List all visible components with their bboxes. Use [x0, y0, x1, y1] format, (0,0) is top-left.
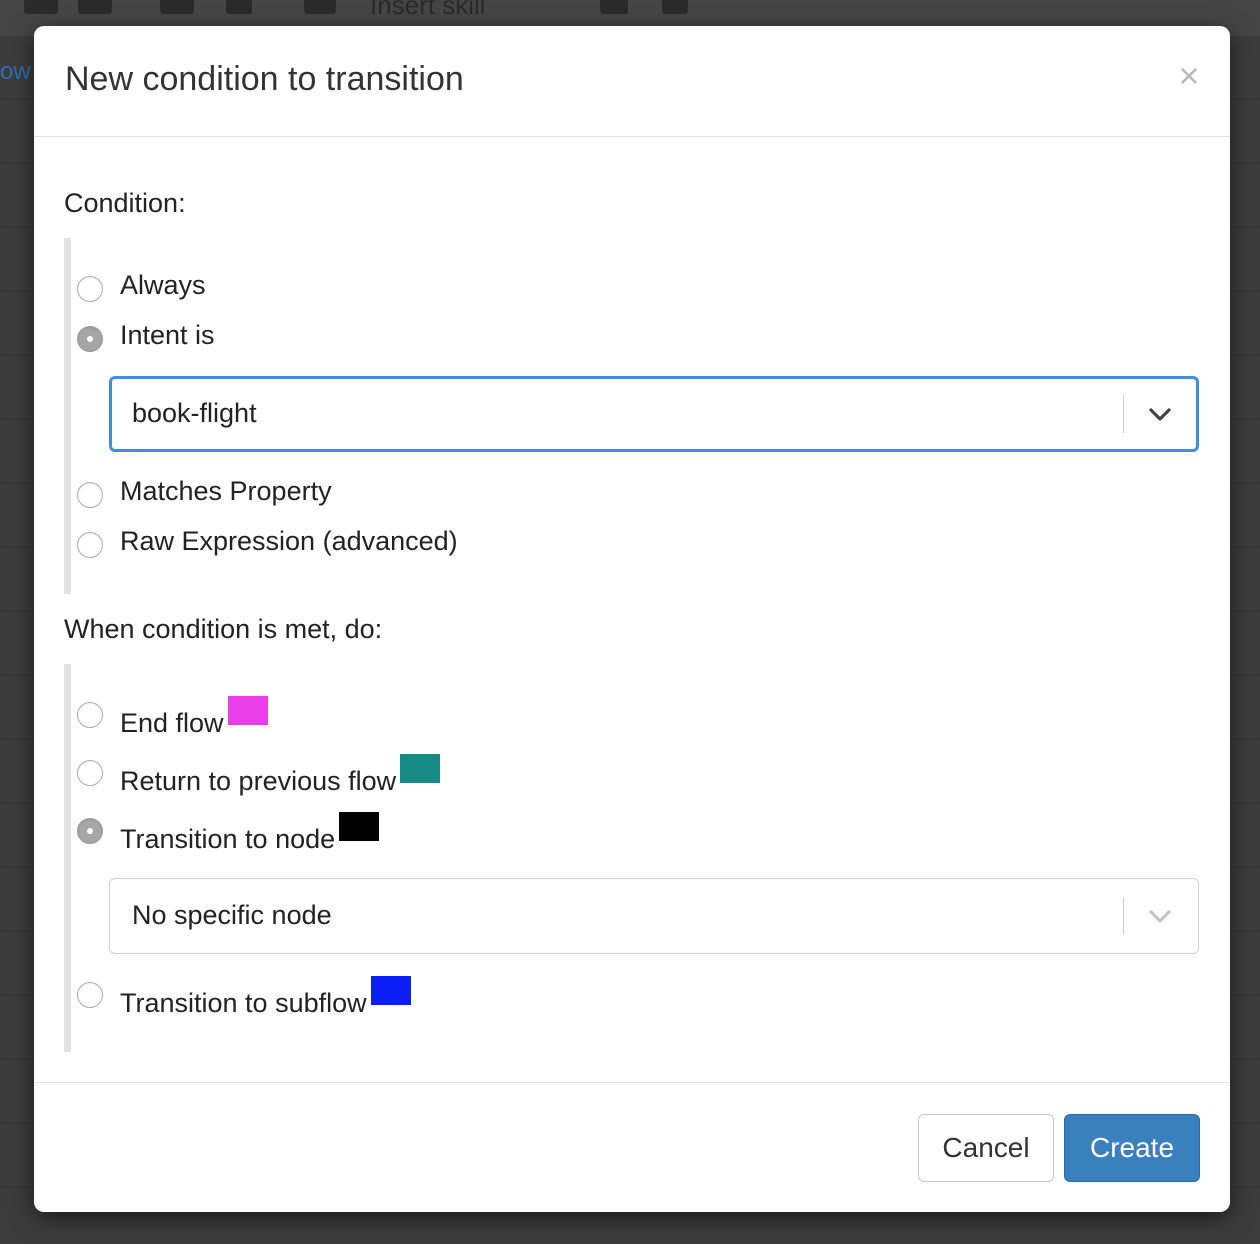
intent-select-value: book-flight: [132, 398, 257, 428]
node-select-value: No specific node: [132, 900, 332, 930]
transition-subflow-text: Transition to subflow: [120, 988, 367, 1018]
transition-subflow-color-swatch: [370, 976, 411, 1005]
modal-title: New condition to transition: [65, 60, 464, 98]
radio-end-flow-input[interactable]: [77, 702, 103, 728]
radio-transition-subflow-label: Transition to subflow: [120, 976, 411, 1019]
cancel-button[interactable]: Cancel: [918, 1114, 1054, 1182]
return-previous-flow-color-swatch: [400, 754, 441, 783]
intent-select[interactable]: book-flight: [109, 376, 1199, 452]
modal-header: New condition to transition ×: [34, 26, 1230, 137]
condition-label: Condition:: [64, 188, 186, 218]
transition-node-color-swatch: [339, 812, 380, 841]
select-separator: [1123, 897, 1124, 935]
background-panel-left: [0, 36, 34, 1244]
radio-return-previous-flow-input[interactable]: [77, 760, 103, 786]
undo-icon: [24, 0, 58, 14]
action-label: When condition is met, do:: [64, 614, 383, 644]
background-panel-right: [1230, 36, 1260, 1244]
radio-intent-is-label: Intent is: [120, 320, 215, 350]
radio-matches-property-input[interactable]: [77, 482, 103, 508]
modal-footer: Cancel Create: [34, 1082, 1230, 1213]
action-group: [64, 664, 71, 1052]
end-flow-color-swatch: [227, 696, 268, 725]
new-condition-modal: New condition to transition × Condition:…: [34, 26, 1230, 1212]
radio-raw-expression-label: Raw Expression (advanced): [120, 526, 458, 556]
library-icon: [662, 0, 688, 14]
create-button[interactable]: Create: [1064, 1114, 1200, 1182]
insert-icon: [304, 0, 336, 14]
radio-always-label: Always: [120, 270, 206, 300]
copy-icon: [160, 0, 194, 14]
delete-icon: [226, 0, 252, 14]
radio-intent-is-input[interactable]: [77, 326, 103, 352]
select-separator: [1123, 395, 1124, 433]
close-icon[interactable]: ×: [1174, 56, 1204, 96]
redo-icon: [78, 0, 112, 14]
radio-return-previous-flow-label: Return to previous flow: [120, 754, 441, 797]
transition-node-text: Transition to node: [120, 824, 336, 854]
radio-raw-expression-input[interactable]: [77, 532, 103, 558]
radio-end-flow-label: End flow: [120, 696, 268, 739]
insert-skill-menu: Insert skill: [370, 0, 486, 20]
condition-group: [64, 238, 71, 594]
radio-matches-property-label: Matches Property: [120, 476, 332, 506]
radio-transition-node-label: Transition to node: [120, 812, 380, 855]
chevron-down-icon[interactable]: [1146, 401, 1174, 429]
radio-transition-node-input[interactable]: [77, 818, 103, 844]
radio-transition-subflow-input[interactable]: [77, 982, 103, 1008]
radio-always-input[interactable]: [77, 276, 103, 302]
chevron-down-icon[interactable]: [1146, 903, 1174, 931]
end-flow-text: End flow: [120, 708, 224, 738]
background-flow-label: ow: [0, 58, 31, 85]
return-previous-flow-text: Return to previous flow: [120, 766, 397, 796]
star-icon: [600, 0, 628, 14]
node-select[interactable]: No specific node: [109, 878, 1199, 954]
